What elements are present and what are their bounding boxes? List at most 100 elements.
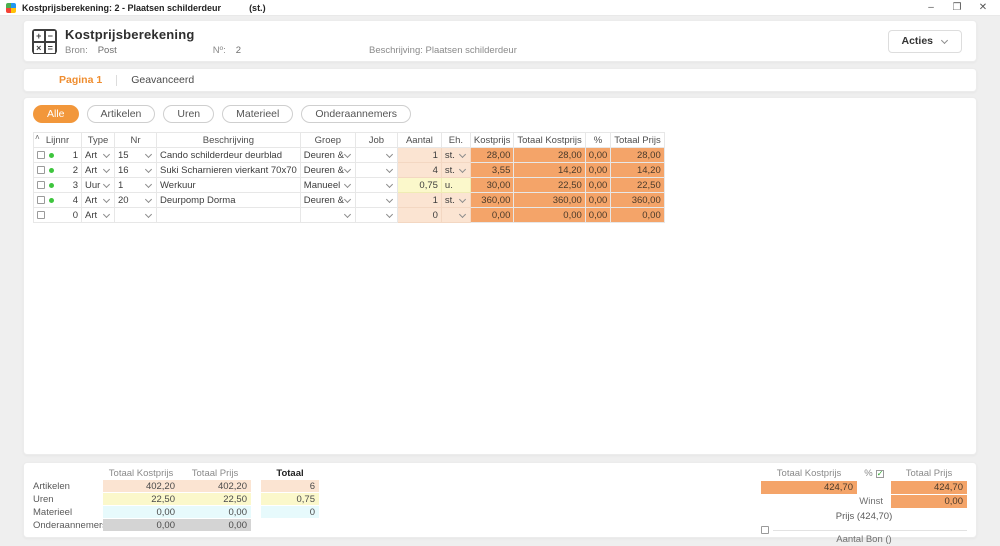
job-select[interactable] — [354, 147, 398, 163]
filter-uren[interactable]: Uren — [163, 105, 215, 123]
pct-header: % — [864, 468, 873, 479]
beschrijving-field[interactable]: Cando schilderdeur deurblad — [156, 147, 301, 163]
totaal-kostprijs-value: 14,20 — [513, 162, 586, 178]
aantal-field[interactable]: 0,75 — [396, 177, 442, 193]
aantal-field[interactable]: 1 — [396, 147, 442, 163]
right-kostprijs-header: Totaal Kostprijs — [776, 468, 842, 479]
filter-alle[interactable]: Alle — [33, 105, 79, 123]
nr-select[interactable]: 15 — [114, 147, 157, 163]
pct-field[interactable]: 0,00 — [584, 162, 612, 178]
groep-select[interactable]: Deuren & — [299, 147, 356, 163]
aantal-bon-checkbox[interactable] — [761, 526, 769, 534]
kostprijs-field[interactable]: 28,00 — [469, 147, 515, 163]
beschrijving-field[interactable] — [156, 207, 301, 223]
chevron-down-icon — [145, 196, 153, 204]
totals-overall: Totaal Kostprijs % Totaal Prijs 424,70 4… — [761, 467, 967, 545]
header-card: + − × = Kostprijsberekening Bron: Post Nº: … — [23, 20, 977, 62]
tab-geavanceerd[interactable]: Geavanceerd — [127, 74, 198, 86]
eh-select[interactable]: st. — [440, 162, 471, 178]
chevron-down-icon — [103, 166, 111, 174]
minimize-icon[interactable]: – — [920, 1, 942, 15]
nr-select[interactable]: 16 — [114, 162, 157, 178]
row-checkbox[interactable] — [37, 181, 45, 189]
col-beschrijving[interactable]: Beschrijving — [156, 132, 301, 148]
aantal-field[interactable]: 4 — [396, 162, 442, 178]
artikelen-label: Artikelen — [33, 481, 70, 492]
acties-button[interactable]: Acties — [888, 29, 962, 53]
kostprijs-field[interactable]: 360,00 — [469, 192, 515, 208]
artikelen-aantal: 6 — [261, 480, 319, 493]
app-window: Kostprijsberekening: 2 - Plaatsen schild… — [0, 0, 1000, 545]
pct-field[interactable]: 0,00 — [584, 147, 612, 163]
col-groep[interactable]: Groep — [299, 132, 356, 148]
lijnnr-value: 4 — [72, 194, 78, 206]
totaal-prijs-total: 424,70 — [891, 481, 967, 494]
nr-select[interactable]: 20 — [114, 192, 157, 208]
beschrijving-field[interactable]: Suki Scharnieren vierkant 70x70 — [156, 162, 301, 178]
chevron-down-icon — [103, 211, 111, 219]
chevron-down-icon — [941, 37, 949, 45]
col-pct[interactable]: % — [584, 132, 612, 148]
groep-select[interactable]: Manueel — [299, 177, 356, 193]
tab-pagina-1[interactable]: Pagina 1 — [55, 74, 106, 86]
row-checkbox[interactable] — [37, 211, 45, 219]
right-prijs-header: Totaal Prijs — [905, 468, 953, 479]
status-dot — [49, 152, 54, 158]
job-select[interactable] — [354, 162, 398, 178]
groep-select[interactable]: Deuren & — [299, 192, 356, 208]
pct-checkbox[interactable] — [875, 469, 884, 478]
eh-select[interactable]: st. — [440, 192, 471, 208]
nr-select[interactable] — [114, 207, 157, 223]
eh-select[interactable] — [440, 207, 471, 223]
filter-onderaannemers[interactable]: Onderaannemers — [301, 105, 412, 123]
aantal-field[interactable]: 1 — [396, 192, 442, 208]
eh-select[interactable]: st. — [440, 147, 471, 163]
type-select[interactable]: Art — [81, 192, 115, 208]
kostprijs-field[interactable]: 30,00 — [469, 177, 515, 193]
col-aantal[interactable]: Aantal — [396, 132, 442, 148]
row-checkbox[interactable] — [37, 166, 45, 174]
job-select[interactable] — [354, 177, 398, 193]
pct-field[interactable]: 0,00 — [584, 177, 612, 193]
tabs-bar: Pagina 1 Geavanceerd — [23, 68, 977, 92]
row-checkbox[interactable] — [37, 196, 45, 204]
row-checkbox[interactable] — [37, 151, 45, 159]
col-totaal-prijs[interactable]: Totaal Prijs — [610, 132, 665, 148]
groep-select[interactable] — [299, 207, 356, 223]
type-select[interactable]: Art — [81, 207, 115, 223]
pct-field[interactable]: 0,00 — [584, 192, 612, 208]
chevron-down-icon — [344, 196, 352, 204]
lijnnr-value: 2 — [72, 164, 78, 176]
col-kostprijs[interactable]: Kostprijs — [469, 132, 515, 148]
chevron-down-icon — [459, 211, 467, 219]
col-eh[interactable]: Eh. — [440, 132, 471, 148]
kostprijs-field[interactable]: 3,55 — [469, 162, 515, 178]
type-select[interactable]: Art — [81, 147, 115, 163]
materieel-label: Materieel — [33, 507, 73, 518]
type-select[interactable]: Art — [81, 162, 115, 178]
col-totaal-kostprijs[interactable]: Totaal Kostprijs — [513, 132, 586, 148]
job-select[interactable] — [354, 192, 398, 208]
aantal-field[interactable]: 0 — [396, 207, 442, 223]
filter-artikelen[interactable]: Artikelen — [86, 105, 156, 123]
beschrijving-field[interactable]: Werkuur — [156, 177, 301, 193]
col-lijnnr[interactable]: Lijnnr — [33, 132, 82, 148]
col-nr[interactable]: Nr — [114, 132, 157, 148]
close-icon[interactable]: ✕ — [972, 1, 994, 15]
table-row: 4 Art 20 Deurpomp Dorma Deuren & 1 st. 3… — [33, 192, 665, 208]
restore-icon[interactable]: ❐ — [946, 1, 968, 15]
col-job[interactable]: Job — [354, 132, 398, 148]
filter-materieel[interactable]: Materieel — [222, 105, 294, 123]
type-select[interactable]: Uur — [81, 177, 115, 193]
nr-select[interactable]: 1 — [114, 177, 157, 193]
groep-select[interactable]: Deuren & — [299, 162, 356, 178]
window-title-suffix: (st.) — [249, 2, 266, 13]
job-select[interactable] — [354, 207, 398, 223]
kostprijs-field[interactable]: 0,00 — [469, 207, 515, 223]
beschrijving-field[interactable]: Deurpomp Dorma — [156, 192, 301, 208]
col-type[interactable]: Type — [81, 132, 115, 148]
pct-field[interactable]: 0,00 — [584, 207, 612, 223]
eh-value[interactable]: u. — [440, 177, 471, 193]
calculator-icon: + − × = — [32, 28, 57, 54]
table-row: 2 Art 16 Suki Scharnieren vierkant 70x70… — [33, 162, 665, 178]
